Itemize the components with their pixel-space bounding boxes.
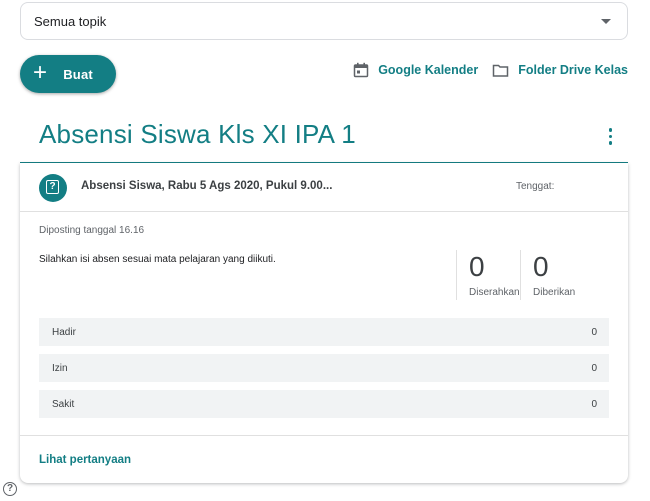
class-drive-folder-link[interactable]: Folder Drive Kelas [492,63,628,78]
topic-title: Absensi Siswa Kls XI IPA 1 [39,119,356,149]
card-footer-divider [20,435,628,436]
posted-date: Diposting tanggal 16.16 [39,225,145,236]
submission-stats: 0 Diserahkan 0 Diberikan [456,250,586,300]
answer-options-list: Hadir 0 Izin 0 Sakit 0 [39,318,609,426]
question-icon: ? [39,174,67,202]
due-date-label: Tenggat: [516,181,555,192]
option-row-hadir: Hadir 0 [39,318,609,346]
help-icon[interactable]: ? [3,482,17,496]
plus-icon: + [33,59,48,86]
option-count: 0 [591,362,597,374]
assigned-stat[interactable]: 0 Diberikan [520,250,586,300]
calendar-icon [353,62,369,78]
option-label: Hadir [52,326,76,338]
google-calendar-link[interactable]: Google Kalender [353,62,478,78]
post-title: Absensi Siswa, Rabu 5 Ags 2020, Pukul 9.… [81,180,333,192]
option-label: Sakit [52,398,75,410]
create-button[interactable]: + Buat [20,55,116,93]
dropdown-arrow-icon [601,18,611,24]
folder-icon [492,64,509,77]
assigned-count: 0 [533,251,549,282]
option-row-sakit: Sakit 0 [39,390,609,418]
option-row-izin: Izin 0 [39,354,609,382]
option-count: 0 [591,326,597,338]
turned-in-label: Diserahkan [469,287,520,298]
more-options-icon[interactable] [608,128,612,145]
topic-filter-select[interactable]: Semua topik [20,2,628,40]
create-button-label: Buat [63,66,93,82]
view-question-link[interactable]: Lihat pertanyaan [39,454,131,466]
option-count: 0 [591,398,597,410]
card-header[interactable]: ? Absensi Siswa, Rabu 5 Ags 2020, Pukul … [20,163,628,212]
option-label: Izin [52,362,68,374]
assigned-label: Diberikan [533,287,576,298]
class-drive-folder-label: Folder Drive Kelas [518,63,628,77]
turned-in-stat[interactable]: 0 Diserahkan [456,250,520,300]
google-calendar-label: Google Kalender [378,63,479,77]
turned-in-count: 0 [469,251,485,282]
assignment-card: ? Absensi Siswa, Rabu 5 Ags 2020, Pukul … [20,163,628,483]
post-description: Silahkan isi absen sesuai mata pelajaran… [39,254,276,265]
topic-filter-value: Semua topik [34,13,107,29]
